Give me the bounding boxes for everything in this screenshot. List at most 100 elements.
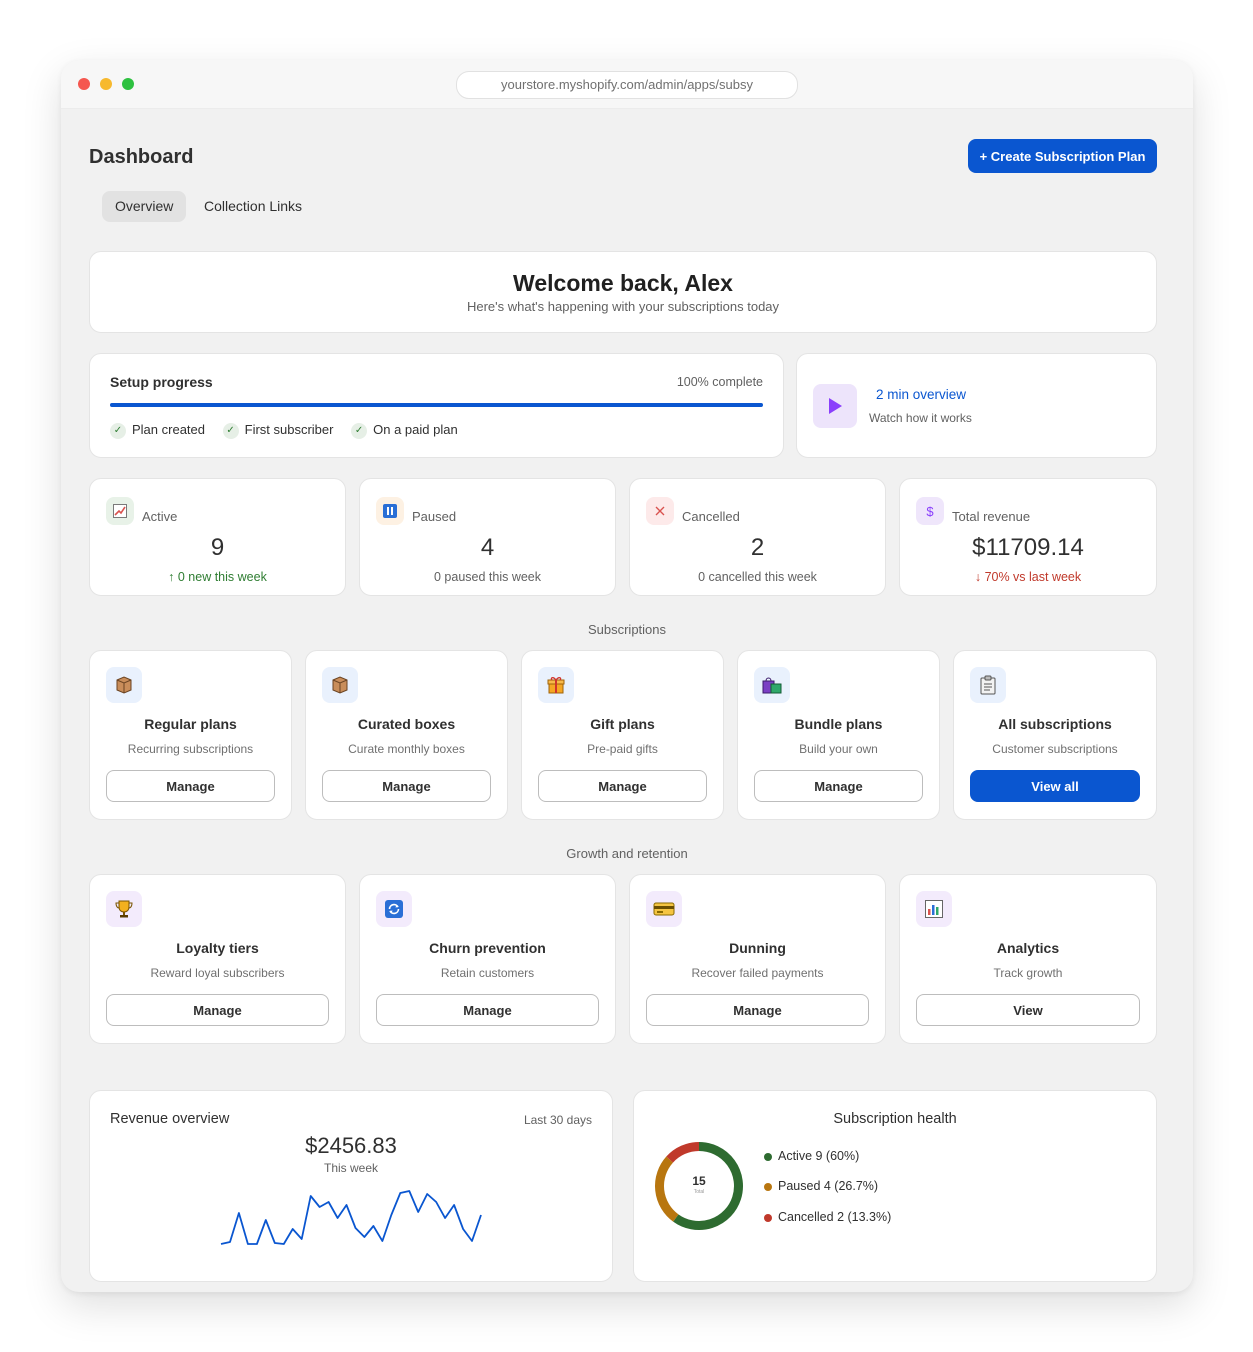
feature-card-analytics: Analytics Track growth View <box>899 874 1157 1044</box>
analytics-view-button[interactable]: View <box>916 994 1140 1026</box>
step-paid-plan: ✓ On a paid plan <box>351 422 458 439</box>
create-subscription-plan-button[interactable]: + Create Subscription Plan <box>968 139 1157 173</box>
overview-video-link[interactable]: 2 min overview <box>876 387 966 402</box>
stat-change: 0 cancelled this week <box>698 570 817 584</box>
subscription-health-card: Subscription health 15 Total Active 9 (6… <box>633 1090 1157 1282</box>
welcome-card: Welcome back, Alex Here's what's happeni… <box>89 251 1157 333</box>
tab-collection-links[interactable]: Collection Links <box>191 191 315 222</box>
subscription-health-title: Subscription health <box>833 1111 957 1127</box>
feature-title: Regular plans <box>144 716 237 732</box>
donut-total: 15 <box>692 1174 706 1188</box>
step-first-subscriber: ✓ First subscriber <box>222 422 333 439</box>
feature-card-gift-plans: Gift plans Pre-paid gifts Manage <box>521 650 724 820</box>
overview-video-card[interactable]: 2 min overview Watch how it works <box>796 353 1157 458</box>
app-content: Dashboard + Create Subscription Plan Ove… <box>61 109 1193 1292</box>
section-title-growth: Growth and retention <box>566 846 688 861</box>
legend-dot-paused <box>764 1182 772 1191</box>
feature-subtitle: Customer subscriptions <box>992 742 1118 756</box>
donut-total-label: Total <box>693 1189 705 1195</box>
bar-chart-icon <box>916 891 952 927</box>
feature-subtitle: Reward loyal subscribers <box>150 966 285 980</box>
stat-value: 9 <box>210 534 225 561</box>
feature-card-loyalty-tiers: Loyalty tiers Reward loyal subscribers M… <box>89 874 346 1044</box>
check-icon: ✓ <box>222 422 239 439</box>
setup-steps: ✓ Plan created ✓ First subscriber ✓ On a pa… <box>110 422 458 439</box>
revenue-overview-card: Revenue overview Last 30 days $2456.83 T… <box>89 1090 613 1282</box>
page-title: Dashboard <box>89 146 194 168</box>
revenue-overview-title: Revenue overview <box>110 1111 230 1127</box>
feature-subtitle: Track growth <box>993 966 1063 980</box>
setup-progress-bar <box>110 403 763 407</box>
check-icon: ✓ <box>351 422 368 439</box>
legend-dot-active <box>764 1152 772 1161</box>
setup-progress-card: Setup progress 100% complete ✓ Plan creat… <box>89 353 784 458</box>
welcome-title: Welcome back, Alex <box>513 270 733 296</box>
clipboard-icon <box>970 667 1006 703</box>
stat-label: Active <box>142 509 178 524</box>
stat-card-paused: Paused 4 0 paused this week <box>359 478 616 596</box>
gift-plans-manage-button[interactable]: Manage <box>538 770 707 802</box>
stat-label: Paused <box>412 509 457 524</box>
revenue-amount: $2456.83 <box>305 1133 397 1158</box>
address-bar[interactable]: yourstore.myshopify.com/admin/apps/subsy <box>456 71 798 99</box>
feature-title: Loyalty tiers <box>176 940 259 956</box>
revenue-period: Last 30 days <box>523 1113 592 1127</box>
feature-subtitle: Recurring subscriptions <box>127 742 254 756</box>
minimize-window-icon[interactable] <box>100 78 112 90</box>
stat-value: 2 <box>750 534 765 561</box>
shopping-bags-icon <box>754 667 790 703</box>
stat-change: 0 paused this week <box>433 570 541 584</box>
box-icon <box>106 667 142 703</box>
welcome-subtitle: Here's what's happening with your subscr… <box>466 299 780 314</box>
feature-subtitle: Build your own <box>799 742 878 756</box>
section-title-subscriptions: Subscriptions <box>587 622 667 637</box>
legend-cancelled: Cancelled 2 (13.3%) <box>764 1210 891 1224</box>
x-icon <box>646 497 674 525</box>
chart-check-icon <box>106 497 134 525</box>
dunning-manage-button[interactable]: Manage <box>646 994 869 1026</box>
feature-subtitle: Pre-paid gifts <box>587 742 658 756</box>
tab-overview[interactable]: Overview <box>102 191 187 222</box>
close-window-icon[interactable] <box>78 78 90 90</box>
feature-card-all-subscriptions: All subscriptions Customer subscriptions… <box>953 650 1157 820</box>
donut-slice-cancelled <box>666 1142 700 1163</box>
curated-boxes-manage-button[interactable]: Manage <box>322 770 491 802</box>
maximize-window-icon[interactable] <box>122 78 134 90</box>
view-all-subscriptions-button[interactable]: View all <box>970 770 1140 802</box>
revenue-series-line <box>220 1190 482 1245</box>
check-icon: ✓ <box>110 422 126 439</box>
feature-subtitle: Recover failed payments <box>691 966 824 980</box>
churn-prevention-manage-button[interactable]: Manage <box>376 994 599 1026</box>
pause-icon <box>376 497 404 525</box>
dollar-icon: $ <box>916 497 944 525</box>
revenue-amount-label: This week <box>323 1161 379 1175</box>
stat-label: Total revenue <box>952 509 1031 524</box>
stat-change: ↑ 0 new this week <box>168 570 267 584</box>
feature-card-regular-plans: Regular plans Recurring subscriptions Ma… <box>89 650 292 820</box>
box-icon <box>322 667 358 703</box>
bundle-plans-manage-button[interactable]: Manage <box>754 770 923 802</box>
loyalty-tiers-manage-button[interactable]: Manage <box>106 994 329 1026</box>
feature-title: Gift plans <box>590 716 655 732</box>
trophy-icon <box>106 891 142 927</box>
feature-title: Analytics <box>996 940 1060 956</box>
browser-titlebar: yourstore.myshopify.com/admin/apps/subsy <box>61 60 1193 109</box>
stat-label: Cancelled <box>682 509 740 524</box>
regular-plans-manage-button[interactable]: Manage <box>106 770 275 802</box>
stat-card-active: Active 9 ↑ 0 new this week <box>89 478 346 596</box>
feature-title: Churn prevention <box>429 940 546 956</box>
feature-subtitle: Retain customers <box>440 966 535 980</box>
feature-card-curated-boxes: Curated boxes Curate monthly boxes Manag… <box>305 650 508 820</box>
stat-value: 4 <box>480 534 495 561</box>
legend-dot-cancelled <box>764 1213 772 1222</box>
feature-title: Dunning <box>729 940 786 956</box>
stat-change: ↓ 70% vs last week <box>974 570 1082 584</box>
stat-card-total-revenue: $ Total revenue $11709.14 ↓ 70% vs last … <box>899 478 1157 596</box>
feature-card-churn-prevention: Churn prevention Retain customers Manage <box>359 874 616 1044</box>
revenue-line-chart <box>220 1190 482 1245</box>
stat-value: $11709.14 <box>972 534 1084 561</box>
play-icon[interactable] <box>813 384 857 428</box>
feature-card-dunning: Dunning Recover failed payments Manage <box>629 874 886 1044</box>
legend-active: Active 9 (60%) <box>764 1149 859 1163</box>
feature-subtitle: Curate monthly boxes <box>348 742 465 756</box>
